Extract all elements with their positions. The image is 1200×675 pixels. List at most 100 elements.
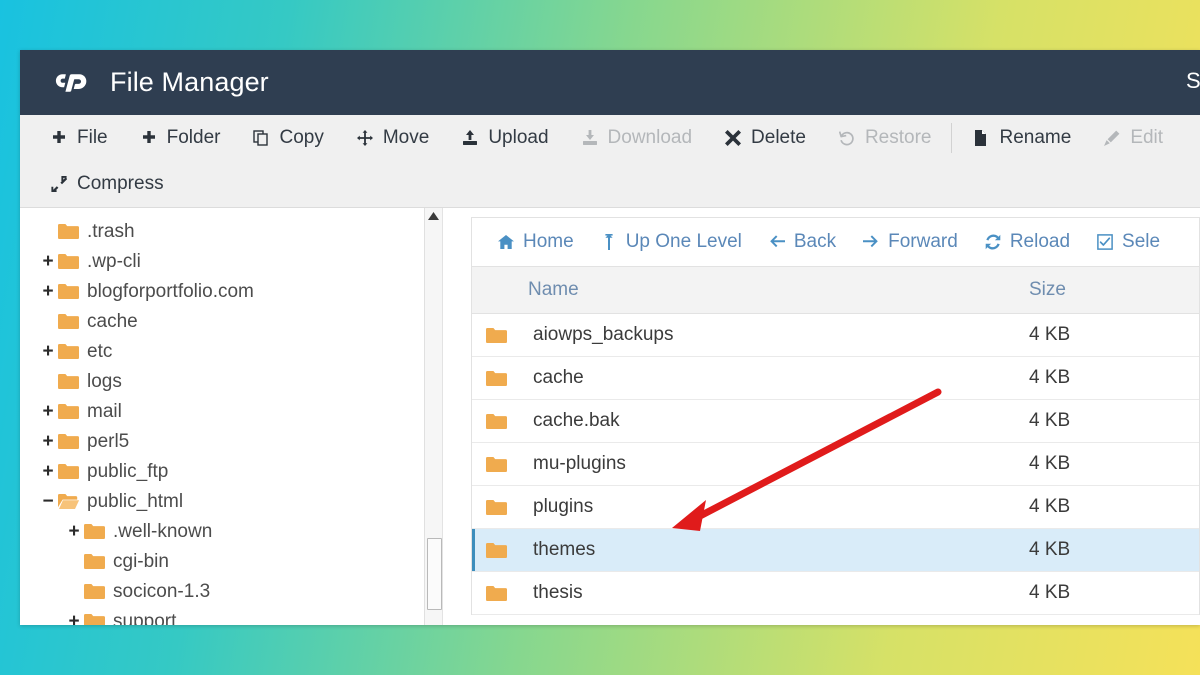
tree-item-wp-cli[interactable]: + .wp-cli bbox=[20, 246, 442, 276]
copy-button-label: Copy bbox=[279, 127, 324, 148]
upload-button-label: Upload bbox=[488, 127, 549, 148]
expand-icon[interactable]: + bbox=[38, 402, 58, 421]
expand-icon[interactable]: + bbox=[38, 462, 58, 481]
expand-icon[interactable]: + bbox=[38, 252, 58, 271]
tree-item-public-ftp[interactable]: + public_ftp bbox=[20, 456, 442, 486]
file-name-label: mu-plugins bbox=[533, 453, 626, 474]
tree-item-trash[interactable]: .trash bbox=[20, 216, 442, 246]
file-name-label: cache bbox=[533, 367, 584, 388]
expand-icon[interactable]: + bbox=[38, 282, 58, 301]
tree-item-label: public_html bbox=[87, 490, 184, 512]
table-row[interactable]: cache.bak 4 KB bbox=[472, 400, 1199, 443]
nav-reload-label: Reload bbox=[1009, 231, 1071, 252]
tree-item-label: etc bbox=[87, 340, 113, 362]
file-name-label: aiowps_backups bbox=[533, 324, 674, 345]
nav-back[interactable]: Back bbox=[755, 231, 849, 253]
expand-icon[interactable]: + bbox=[64, 522, 84, 541]
tree-item-perl5[interactable]: + perl5 bbox=[20, 426, 442, 456]
table-row[interactable]: themes 4 KB bbox=[472, 529, 1199, 572]
tree-item-label: perl5 bbox=[87, 430, 130, 452]
table-row[interactable]: thesis 4 KB bbox=[472, 572, 1199, 615]
folder-icon bbox=[486, 326, 509, 344]
collapse-icon[interactable]: − bbox=[38, 492, 58, 511]
copy-button[interactable]: Copy bbox=[236, 115, 339, 161]
tree-item-label: .well-known bbox=[113, 520, 213, 542]
table-row[interactable]: cache 4 KB bbox=[472, 357, 1199, 400]
download-icon bbox=[581, 129, 599, 147]
folder-icon bbox=[84, 523, 105, 540]
upload-button[interactable]: Upload bbox=[445, 115, 564, 161]
nav-back-label: Back bbox=[793, 231, 837, 252]
sidebar-scrollbar[interactable] bbox=[424, 208, 442, 625]
folder-icon bbox=[58, 283, 79, 300]
home-icon bbox=[497, 233, 515, 251]
nav-reload[interactable]: Reload bbox=[971, 231, 1083, 253]
folder-icon bbox=[58, 313, 79, 330]
tree-item-cgi-bin[interactable]: cgi-bin bbox=[20, 546, 442, 576]
expand-icon[interactable]: + bbox=[64, 612, 84, 626]
file-size-cell: 4 KB bbox=[1029, 453, 1071, 474]
tree-item-label: mail bbox=[87, 400, 122, 422]
tree-item-well-known[interactable]: + .well-known bbox=[20, 516, 442, 546]
tree-item-cache[interactable]: cache bbox=[20, 306, 442, 336]
column-header-name[interactable]: Name bbox=[472, 279, 1007, 301]
times-icon bbox=[724, 129, 742, 147]
move-button[interactable]: Move bbox=[340, 115, 445, 161]
folder-icon bbox=[58, 223, 79, 240]
rename-button[interactable]: Rename bbox=[956, 115, 1087, 161]
arrow-left-icon bbox=[768, 233, 786, 251]
tree-item-etc[interactable]: + etc bbox=[20, 336, 442, 366]
folder-icon bbox=[58, 403, 79, 420]
new-folder-button-label: Folder bbox=[166, 127, 221, 148]
arrow-right-icon bbox=[862, 233, 880, 251]
folder-icon bbox=[84, 613, 105, 625]
reload-icon bbox=[984, 233, 1002, 251]
toolbar-row-1: File Folder Copy Move Upload Download Delete Re… bbox=[34, 115, 1186, 161]
checkbox-icon bbox=[1096, 233, 1114, 251]
tree-item-socicon-1-3[interactable]: socicon-1.3 bbox=[20, 576, 442, 606]
plus-icon bbox=[140, 129, 158, 147]
new-file-button[interactable]: File bbox=[34, 115, 124, 161]
file-size-cell: 4 KB bbox=[1029, 324, 1071, 345]
new-folder-button[interactable]: Folder bbox=[124, 115, 237, 161]
tree-item-blogforportfolio-com[interactable]: + blogforportfolio.com bbox=[20, 276, 442, 306]
delete-button[interactable]: Delete bbox=[708, 115, 822, 161]
tree-item-public-html[interactable]: − public_html bbox=[20, 486, 442, 516]
folder-icon bbox=[58, 463, 79, 480]
directory-tree-sidebar: .trash + .wp-cli + blogforportfolio.com cache… bbox=[20, 208, 443, 625]
scroll-up-arrow-icon[interactable] bbox=[425, 208, 442, 224]
tree-item-support[interactable]: + support bbox=[20, 606, 442, 625]
table-row[interactable]: plugins 4 KB bbox=[472, 486, 1199, 529]
file-nav-bar: Home Up One Level Back Forward Reload Sele bbox=[471, 217, 1200, 266]
column-header-size[interactable]: Size bbox=[1007, 279, 1199, 301]
folder-icon bbox=[58, 373, 79, 390]
file-name-label: thesis bbox=[533, 582, 583, 603]
tree-item-label: socicon-1.3 bbox=[113, 580, 211, 602]
folder-open-icon bbox=[58, 493, 79, 510]
file-size-cell: 4 KB bbox=[1029, 410, 1071, 431]
new-file-button-label: File bbox=[77, 127, 108, 148]
up-icon bbox=[600, 233, 618, 251]
nav-up-one-level[interactable]: Up One Level bbox=[587, 231, 755, 253]
table-row[interactable]: aiowps_backups 4 KB bbox=[472, 314, 1199, 357]
page-title: File Manager bbox=[110, 67, 269, 97]
edit-button: Edit bbox=[1087, 115, 1179, 161]
restore-button: Restore bbox=[822, 115, 948, 161]
scrollbar-thumb[interactable] bbox=[427, 538, 442, 610]
tree-item-mail[interactable]: + mail bbox=[20, 396, 442, 426]
tree-item-label: public_ftp bbox=[87, 460, 169, 482]
compress-button[interactable]: Compress bbox=[34, 161, 180, 207]
table-row[interactable]: mu-plugins 4 KB bbox=[472, 443, 1199, 486]
nav-forward-label: Forward bbox=[888, 231, 958, 252]
nav-select-all[interactable]: Sele bbox=[1083, 231, 1173, 253]
move-button-label: Move bbox=[382, 127, 430, 148]
expand-icon[interactable]: + bbox=[38, 342, 58, 361]
rename-button-label: Rename bbox=[999, 127, 1072, 148]
tree-item-label: cgi-bin bbox=[113, 550, 169, 572]
nav-select-all-label: Sele bbox=[1122, 231, 1161, 252]
nav-forward[interactable]: Forward bbox=[849, 231, 971, 253]
expand-icon[interactable]: + bbox=[38, 432, 58, 451]
tree-item-logs[interactable]: logs bbox=[20, 366, 442, 396]
folder-icon bbox=[486, 498, 509, 516]
nav-home[interactable]: Home bbox=[484, 231, 587, 253]
